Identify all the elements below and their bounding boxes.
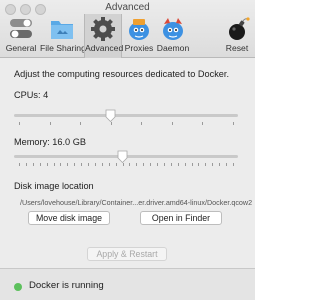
apply-restart-button[interactable]: Apply & Restart xyxy=(87,247,167,261)
bomb-icon xyxy=(222,15,252,43)
cpus-slider-tick xyxy=(202,122,204,125)
cpus-slider-tick xyxy=(19,122,20,125)
tab-daemon[interactable]: Daemon xyxy=(156,14,190,58)
preferences-toolbar: General File Sharing Advanced Proxies Da… xyxy=(0,14,255,58)
folder-icon xyxy=(47,15,77,43)
status-text: Docker is running xyxy=(29,280,104,291)
disk-image-path: /Users/lovehouse/Library/Container...er.… xyxy=(20,198,253,207)
memory-slider-tick xyxy=(25,163,27,166)
memory-slider-tick xyxy=(39,163,41,166)
cpus-label: CPUs: 4 xyxy=(14,90,49,100)
memory-slider-tick xyxy=(32,163,34,166)
tab-advanced[interactable]: Advanced xyxy=(84,14,124,58)
memory-slider-tick xyxy=(212,163,214,166)
memory-slider-tick xyxy=(94,163,96,166)
memory-slider-tick xyxy=(163,163,165,166)
toggle-icon xyxy=(6,15,36,43)
docker-daemon-icon xyxy=(158,15,188,43)
cpus-slider-track xyxy=(14,114,238,117)
memory-slider-tick xyxy=(81,163,83,166)
memory-slider-tick xyxy=(88,163,90,166)
cpus-slider-tick xyxy=(171,122,173,125)
memory-slider-ticks xyxy=(14,163,238,166)
memory-slider-tick xyxy=(136,163,138,166)
memory-slider-tick xyxy=(143,163,145,166)
cpus-slider-tick xyxy=(110,122,112,125)
memory-slider-tick xyxy=(122,163,124,166)
resources-description: Adjust the computing resources dedicated… xyxy=(14,69,230,79)
memory-slider-tick xyxy=(129,163,131,166)
memory-slider-tick xyxy=(233,163,234,166)
open-in-finder-button[interactable]: Open in Finder xyxy=(140,211,222,225)
tab-file-sharing-label: File Sharing xyxy=(40,43,86,53)
memory-slider-tick xyxy=(74,163,76,166)
tab-general[interactable]: General xyxy=(2,14,40,58)
tab-reset[interactable]: Reset xyxy=(222,14,252,58)
memory-slider-tick xyxy=(226,163,228,166)
memory-slider-tick xyxy=(150,163,152,166)
cpus-slider-thumb[interactable] xyxy=(105,109,116,123)
disk-image-heading: Disk image location xyxy=(14,181,94,191)
memory-slider-tick xyxy=(157,163,159,166)
memory-slider-tick xyxy=(60,163,62,166)
memory-slider-tick xyxy=(101,163,103,166)
window-title: Advanced xyxy=(105,2,150,13)
tab-file-sharing[interactable]: File Sharing xyxy=(40,14,86,58)
docker-proxies-icon xyxy=(124,15,154,43)
memory-slider-tick xyxy=(19,163,20,166)
memory-label: Memory: 16.0 GB xyxy=(14,137,86,147)
memory-slider-tick xyxy=(191,163,193,166)
memory-slider-tick xyxy=(67,163,69,166)
tab-advanced-label: Advanced xyxy=(85,43,124,53)
memory-slider-tick xyxy=(198,163,200,166)
preferences-window: Advanced General File Sharing Advanced P… xyxy=(0,0,255,300)
memory-slider-tick xyxy=(177,163,179,166)
memory-slider-tick xyxy=(53,163,55,166)
move-disk-image-button[interactable]: Move disk image xyxy=(28,211,110,225)
memory-slider[interactable] xyxy=(14,150,238,168)
tab-proxies[interactable]: Proxies xyxy=(122,14,156,58)
status-bar: Docker is running xyxy=(0,268,255,300)
cpus-slider-tick xyxy=(141,122,143,125)
advanced-pane: Adjust the computing resources dedicated… xyxy=(0,59,255,268)
tab-general-label: General xyxy=(5,43,37,53)
memory-slider-tick xyxy=(184,163,186,166)
cpus-slider-tick xyxy=(80,122,82,125)
tab-daemon-label: Daemon xyxy=(156,43,190,53)
memory-slider-tick xyxy=(108,163,110,166)
cpus-slider-tick xyxy=(49,122,51,125)
memory-slider-thumb[interactable] xyxy=(117,150,128,164)
cpus-slider-tick xyxy=(233,122,234,125)
tab-reset-label: Reset xyxy=(225,43,249,53)
status-indicator-dot xyxy=(14,283,22,291)
gear-icon xyxy=(88,15,118,43)
cpus-slider-ticks xyxy=(14,122,238,125)
title-bar: Advanced General File Sharing Advanced P… xyxy=(0,0,255,58)
memory-slider-tick xyxy=(115,163,117,166)
cpus-slider[interactable] xyxy=(14,109,238,127)
memory-slider-tick xyxy=(170,163,172,166)
memory-slider-tick xyxy=(46,163,48,166)
memory-slider-tick xyxy=(219,163,221,166)
memory-slider-tick xyxy=(205,163,207,166)
tab-proxies-label: Proxies xyxy=(124,43,154,53)
